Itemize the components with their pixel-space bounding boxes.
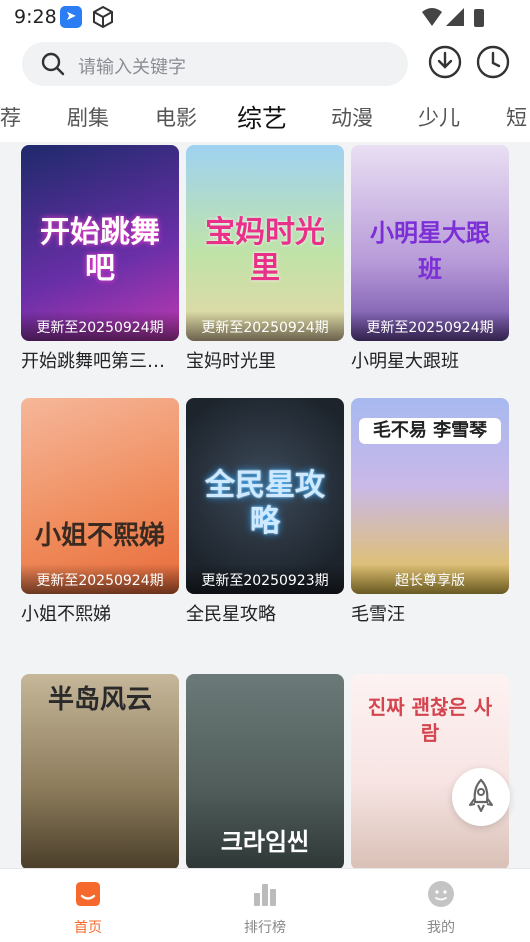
poster-image: 全民星攻略 更新至20250923期 <box>186 398 344 594</box>
poster-title: 毛不易 李雪琴 <box>359 418 501 444</box>
item-title: 开始跳舞吧第三… <box>21 351 165 372</box>
poster-title: 크라임씬 <box>220 828 310 856</box>
nav-home-label: 首页 <box>74 920 102 936</box>
tab-anime[interactable]: 动漫 <box>331 102 373 132</box>
poster-image: 크라임씬 <box>186 674 344 868</box>
back-to-top-button[interactable] <box>452 768 510 826</box>
signal-icon <box>446 8 464 26</box>
tab-recommend[interactable]: 荐 <box>0 102 21 132</box>
tab-shorts[interactable]: 短 <box>506 102 527 132</box>
poster-image: 毛不易 李雪琴 超长尊享版 <box>351 398 509 594</box>
item-title: 小姐不熙娣 <box>21 604 111 625</box>
item-title: 宝妈时光里 <box>186 351 276 372</box>
variety-grid: 开始跳舞吧 更新至20250924期 开始跳舞吧第三… 宝妈时光里 更新至202… <box>0 142 530 868</box>
poster-title: 小姐不熙娣 <box>34 521 165 551</box>
status-right-icons <box>422 8 484 27</box>
cube-icon <box>93 5 113 29</box>
update-badge: 更新至20250924期 <box>351 311 509 341</box>
item-title: 毛雪汪 <box>351 604 405 625</box>
poster-title: 半岛风云 <box>47 685 152 715</box>
nav-ranking-label: 排行榜 <box>244 920 286 936</box>
battery-icon <box>474 9 484 27</box>
download-icon[interactable] <box>427 44 463 80</box>
tab-series[interactable]: 剧集 <box>67 102 109 132</box>
poster-title: 小明星大跟班 <box>370 219 490 283</box>
update-badge: 更新至20250924期 <box>186 311 344 341</box>
item-title: 全民星攻略 <box>186 604 276 625</box>
nav-ranking[interactable]: 排行榜 <box>225 879 305 937</box>
status-bar: 9:28 ➤ <box>0 0 530 36</box>
poster-image: 小明星大跟班 更新至20250924期 <box>351 145 509 341</box>
update-badge: 超长尊享版 <box>351 564 509 594</box>
nav-profile[interactable]: 我的 <box>401 879 481 937</box>
item-title: 小明星大跟班 <box>351 351 459 372</box>
poster-title: 全民星攻略 <box>205 468 325 539</box>
list-item[interactable]: 全民星攻略 更新至20250923期 全民星攻略 <box>186 398 344 626</box>
nav-home[interactable]: 首页 <box>48 879 128 937</box>
history-icon[interactable] <box>475 44 511 80</box>
poster-image: 小姐不熙娣 更新至20250924期 <box>21 398 179 594</box>
tab-kids[interactable]: 少儿 <box>418 102 460 132</box>
search-icon <box>41 52 65 76</box>
poster-image: 半岛风云 <box>21 674 179 868</box>
rocket-icon <box>469 778 493 812</box>
list-item[interactable]: 크라임씬 <box>186 674 344 868</box>
update-badge: 更新至20250923期 <box>186 564 344 594</box>
poster-title: 진짜 괜찮은 사람 <box>367 695 493 745</box>
search-box[interactable]: 请输入关键字 <box>22 42 408 86</box>
list-item[interactable]: 小明星大跟班 更新至20250924期 小明星大跟班 <box>351 145 509 373</box>
top-bar: 请输入关键字 <box>0 36 530 96</box>
bottom-nav: 首页 排行榜 我的 <box>0 868 530 942</box>
list-item[interactable]: 小姐不熙娣 更新至20250924期 小姐不熙娣 <box>21 398 179 626</box>
list-item[interactable]: 开始跳舞吧 更新至20250924期 开始跳舞吧第三… <box>21 145 179 373</box>
home-icon <box>76 882 100 906</box>
profile-icon <box>428 881 454 907</box>
wifi-icon <box>422 8 442 26</box>
category-tabs: 荐 剧集 电影 综艺 动漫 少儿 短 <box>0 96 530 142</box>
ranking-icon <box>254 884 276 906</box>
list-item[interactable]: 宝妈时光里 更新至20250924期 宝妈时光里 <box>186 145 344 373</box>
update-badge: 更新至20250924期 <box>21 311 179 341</box>
poster-image: 开始跳舞吧 更新至20250924期 <box>21 145 179 341</box>
update-badge: 更新至20250924期 <box>21 564 179 594</box>
search-placeholder: 请输入关键字 <box>78 57 186 78</box>
list-item[interactable]: 毛不易 李雪琴 超长尊享版 毛雪汪 <box>351 398 509 626</box>
list-item[interactable]: 半岛风云 <box>21 674 179 868</box>
nav-profile-label: 我的 <box>427 920 455 936</box>
tab-variety[interactable]: 综艺 <box>237 99 287 135</box>
status-time: 9:28 <box>14 6 57 28</box>
poster-image: 宝妈时光里 更新至20250924期 <box>186 145 344 341</box>
tab-movies[interactable]: 电影 <box>155 102 197 132</box>
app-notification-icon: ➤ <box>60 6 82 28</box>
poster-title: 开始跳舞吧 <box>40 215 160 286</box>
poster-title: 宝妈时光里 <box>205 215 325 286</box>
